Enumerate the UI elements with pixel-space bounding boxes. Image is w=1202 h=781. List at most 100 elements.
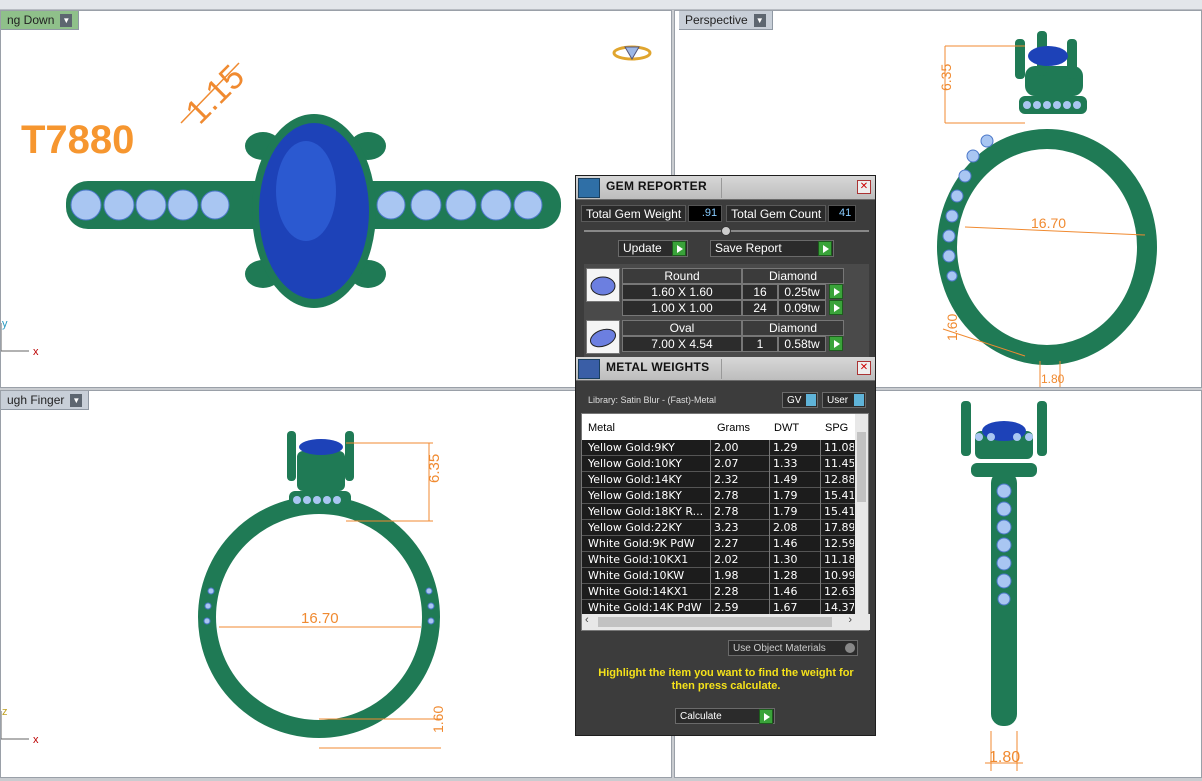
gem-size[interactable]: 7.00 X 4.54 xyxy=(622,336,742,352)
column-separator xyxy=(820,440,821,456)
viewport-view-menu[interactable]: ugh Finger ▼ xyxy=(1,391,90,410)
update-button[interactable]: Update xyxy=(618,240,688,257)
chevron-down-icon[interactable]: ▼ xyxy=(753,13,766,27)
svg-text:1.60: 1.60 xyxy=(430,706,446,733)
chevron-right-icon[interactable]: › xyxy=(848,614,852,626)
table-cell: 1.49 xyxy=(773,473,798,486)
gem-weight: 0.09tw xyxy=(778,300,826,316)
play-icon xyxy=(818,241,832,256)
svg-text:x: x xyxy=(33,346,39,358)
table-row[interactable]: Yellow Gold:18KY R... 2.78 1.79 15.41 xyxy=(582,504,857,520)
column-separator xyxy=(820,584,821,600)
table-row[interactable]: Yellow Gold:18KY 2.78 1.79 15.41 xyxy=(582,488,857,504)
column-separator xyxy=(710,440,711,456)
chevron-left-icon[interactable]: ‹ xyxy=(585,614,589,626)
table-row[interactable]: White Gold:14KX1 2.28 1.46 12.63 xyxy=(582,584,857,600)
table-cell: 12.59 xyxy=(824,537,854,550)
table-cell: 2.78 xyxy=(714,505,739,518)
column-separator xyxy=(769,504,770,520)
close-icon[interactable]: ✕ xyxy=(857,180,871,194)
svg-text:y: y xyxy=(2,318,8,330)
viewport-bottom-left[interactable]: 6.35 16.70 1.60 z x ugh Finger ▼ xyxy=(0,390,672,778)
table-cell: White Gold:14K PdW xyxy=(588,601,702,614)
column-header-spg[interactable]: SPG xyxy=(825,422,848,434)
svg-text:6.35: 6.35 xyxy=(938,64,954,91)
column-separator xyxy=(710,536,711,552)
select-gem-button[interactable] xyxy=(827,300,843,316)
column-separator xyxy=(820,472,821,488)
column-separator xyxy=(710,584,711,600)
select-gem-button[interactable] xyxy=(827,336,843,352)
table-cell: White Gold:9K PdW xyxy=(588,537,695,550)
gem-reporter-icon xyxy=(578,178,600,198)
metal-weights-header[interactable]: METAL WEIGHTS ✕ xyxy=(576,357,875,381)
gem-size[interactable]: 1.60 X 1.60 xyxy=(622,284,742,300)
metal-weights-icon xyxy=(578,359,600,379)
close-icon[interactable]: ✕ xyxy=(857,361,871,375)
calculate-button[interactable]: Calculate xyxy=(675,708,775,724)
instructions-text: Highlight the item you want to find the … xyxy=(598,667,854,692)
column-header-metal[interactable]: Metal xyxy=(588,422,615,434)
vertical-scrollbar[interactable] xyxy=(855,414,868,614)
table-row[interactable]: Yellow Gold:9KY 2.00 1.29 11.08 xyxy=(582,440,857,456)
column-separator xyxy=(769,520,770,536)
table-cell: 17.89 xyxy=(824,521,854,534)
table-cell: 1.46 xyxy=(773,537,798,550)
gem-size[interactable]: 1.00 X 1.00 xyxy=(622,300,742,316)
user-toggle[interactable]: User xyxy=(822,392,866,408)
totals-row: Total Gem Weight .91 Total Gem Count 41 xyxy=(581,205,857,222)
gem-material-header: Diamond xyxy=(742,268,844,284)
chevron-down-icon[interactable]: ▼ xyxy=(70,393,83,407)
table-row[interactable]: White Gold:10KW 1.98 1.28 10.99 xyxy=(582,568,857,584)
gem-list: Round Diamond 1.60 X 1.60 16 0.25tw 1.00… xyxy=(584,264,869,358)
top-toolbar-strip xyxy=(0,0,1202,10)
column-separator xyxy=(820,552,821,568)
column-separator xyxy=(710,456,711,472)
table-cell: 2.02 xyxy=(714,553,739,566)
table-cell: 1.28 xyxy=(773,569,798,582)
save-report-button[interactable]: Save Report xyxy=(710,240,834,257)
gem-count: 1 xyxy=(742,336,778,352)
gem-shape-header: Oval xyxy=(622,320,742,336)
table-row[interactable]: Yellow Gold:10KY 2.07 1.33 11.45 xyxy=(582,456,857,472)
horizontal-scrollbar[interactable]: ‹ › xyxy=(582,614,870,630)
column-separator xyxy=(820,504,821,520)
column-header-grams[interactable]: Grams xyxy=(717,422,750,434)
scroll-thumb[interactable] xyxy=(857,432,866,502)
gem-count: 16 xyxy=(742,284,778,300)
viewport-top-left[interactable]: T7880 1.15 y x ng Down ▼ xyxy=(0,10,672,388)
viewport-view-menu[interactable]: Perspective ▼ xyxy=(679,11,773,30)
table-row[interactable]: White Gold:9K PdW 2.27 1.46 12.59 xyxy=(582,536,857,552)
use-object-materials-toggle[interactable]: Use Object Materials xyxy=(728,640,858,656)
select-gem-button[interactable] xyxy=(827,284,843,300)
svg-text:1.15: 1.15 xyxy=(178,58,252,132)
table-row[interactable]: White Gold:10KX1 2.02 1.30 11.18 xyxy=(582,552,857,568)
metal-weights-table[interactable]: Metal Grams DWT SPG Yellow Gold:9KY 2.00 1… xyxy=(581,413,870,631)
toggle-icon xyxy=(845,643,855,653)
column-separator xyxy=(769,584,770,600)
table-cell: 1.79 xyxy=(773,489,798,502)
column-separator xyxy=(820,520,821,536)
chevron-down-icon[interactable]: ▼ xyxy=(60,13,73,27)
play-icon xyxy=(672,241,686,256)
column-separator xyxy=(820,456,821,472)
splitter-handle[interactable] xyxy=(721,226,731,236)
scroll-thumb[interactable] xyxy=(598,617,832,627)
table-row[interactable]: Yellow Gold:14KY 2.32 1.49 12.88 xyxy=(582,472,857,488)
gv-toggle[interactable]: GV xyxy=(782,392,818,408)
column-separator xyxy=(769,456,770,472)
oval-gem-thumbnail xyxy=(586,320,620,354)
table-cell: White Gold:14KX1 xyxy=(588,585,689,598)
column-separator xyxy=(820,488,821,504)
column-separator xyxy=(769,440,770,456)
info-icon xyxy=(854,394,864,406)
table-cell: 2.78 xyxy=(714,489,739,502)
viewport-view-menu[interactable]: ng Down ▼ xyxy=(1,11,80,30)
table-cell: 2.07 xyxy=(714,457,739,470)
header-divider xyxy=(721,359,722,379)
gem-reporter-header[interactable]: GEM REPORTER ✕ xyxy=(576,176,875,200)
column-header-dwt[interactable]: DWT xyxy=(774,422,799,434)
table-row[interactable]: Yellow Gold:22KY 3.23 2.08 17.89 xyxy=(582,520,857,536)
svg-text:1.60: 1.60 xyxy=(944,314,960,341)
svg-text:x: x xyxy=(33,734,39,746)
